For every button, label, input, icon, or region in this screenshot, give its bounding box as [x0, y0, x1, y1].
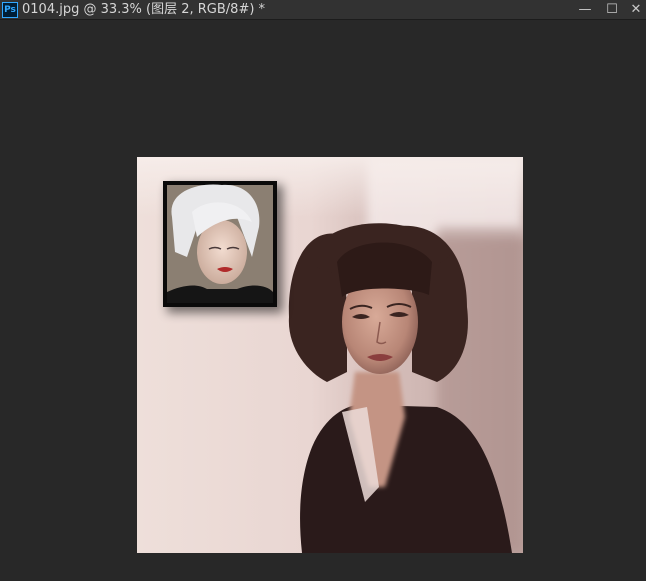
close-button[interactable]: ✕	[626, 0, 646, 18]
photoshop-app-icon: Ps	[2, 2, 18, 18]
close-icon: ✕	[630, 1, 642, 17]
minimize-icon: —	[578, 1, 592, 17]
reference-thumbnail	[163, 181, 277, 307]
document-canvas-image[interactable]	[137, 157, 523, 553]
document-tab-bar: Ps 0104.jpg @ 33.3% (图层 2, RGB/8#) * — ☐…	[0, 0, 646, 20]
document-title[interactable]: 0104.jpg @ 33.3% (图层 2, RGB/8#) *	[22, 2, 265, 18]
maximize-button[interactable]: ☐	[598, 0, 626, 18]
maximize-icon: ☐	[606, 1, 618, 17]
minimize-button[interactable]: —	[571, 0, 599, 18]
